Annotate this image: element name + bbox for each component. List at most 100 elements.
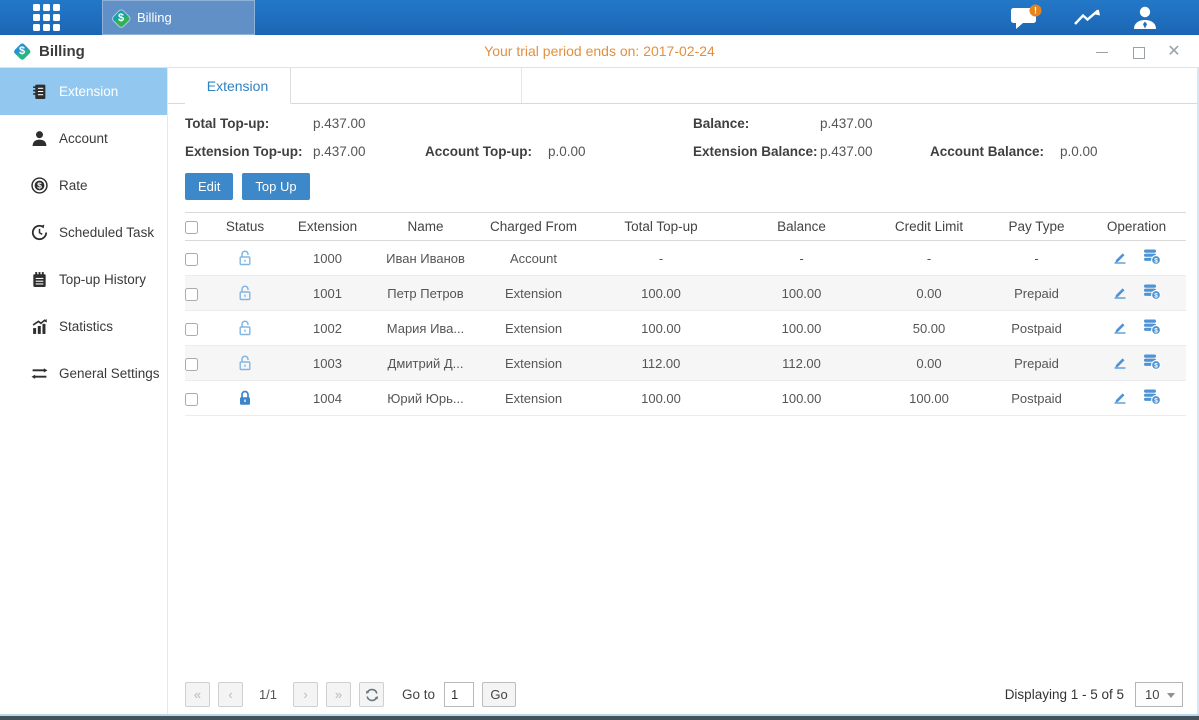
svg-text:$: $ [1155, 292, 1159, 299]
cell-balance: 100.00 [731, 276, 872, 311]
displaying-text: Displaying 1 - 5 of 5 [1005, 687, 1124, 702]
unlock-icon [237, 284, 253, 302]
row-checkbox[interactable] [185, 288, 198, 301]
cell-charged-from: Extension [476, 311, 591, 346]
column-header[interactable]: Balance [731, 213, 872, 241]
row-checkbox[interactable] [185, 323, 198, 336]
cell-pay-type: Prepaid [986, 346, 1087, 381]
column-header[interactable]: Status [210, 213, 280, 241]
billing-diamond-icon: $ [112, 9, 130, 27]
unlock-icon [237, 354, 253, 372]
edit-row-icon[interactable] [1112, 249, 1128, 268]
sidebar-item-topup-history[interactable]: Top-up History [0, 256, 167, 303]
cell-credit-limit: 0.00 [872, 276, 986, 311]
account-topup-value: p.0.00 [548, 144, 693, 159]
cell-extension: 1001 [280, 276, 375, 311]
edit-row-icon[interactable] [1112, 284, 1128, 303]
svg-text:$: $ [1155, 327, 1159, 334]
window-title: Billing [39, 43, 85, 60]
row-checkbox[interactable] [185, 253, 198, 266]
column-header[interactable]: Extension [280, 213, 375, 241]
goto-page-input[interactable] [444, 682, 474, 707]
app-window: $ Billing ! [0, 0, 1199, 720]
table-row: 1000 Иван Иванов Account - - - - $ [185, 241, 1186, 276]
messages-icon[interactable]: ! [1010, 4, 1043, 31]
column-header[interactable]: Credit Limit [872, 213, 986, 241]
trial-notice: Your trial period ends on: 2017-02-24 [0, 43, 1199, 59]
sidebar-item-statistics[interactable]: Statistics [0, 303, 167, 350]
prev-page-icon[interactable]: ‹ [218, 682, 243, 707]
first-page-icon[interactable]: « [185, 682, 210, 707]
total-topup-label: Total Top-up: [185, 116, 313, 131]
edit-button[interactable]: Edit [185, 173, 233, 200]
top-up-row-icon[interactable]: $ [1143, 388, 1161, 408]
cell-charged-from: Account [476, 241, 591, 276]
cell-charged-from: Extension [476, 276, 591, 311]
last-page-icon[interactable]: » [326, 682, 351, 707]
summary-panel: Total Top-up: p.437.00 Balance: p.437.00… [185, 116, 1183, 159]
balance-value: p.437.00 [820, 116, 1183, 131]
user-account-icon[interactable] [1131, 5, 1159, 31]
taskbar-tab-label: Billing [137, 10, 172, 25]
next-page-icon[interactable]: › [293, 682, 318, 707]
tab-extension[interactable]: Extension [185, 68, 291, 104]
cell-name: Петр Петров [375, 276, 476, 311]
account-balance-value: p.0.00 [1060, 144, 1183, 159]
svg-text:$: $ [37, 180, 42, 190]
window-titlebar: $ Billing Your trial period ends on: 201… [0, 35, 1199, 68]
close-icon[interactable]: ✕ [1167, 45, 1181, 59]
edit-row-icon[interactable] [1112, 354, 1128, 373]
sidebar-item-rate[interactable]: $ Rate [0, 162, 167, 209]
column-header[interactable]: Pay Type [986, 213, 1087, 241]
refresh-icon[interactable] [359, 682, 384, 707]
top-up-row-icon[interactable]: $ [1143, 248, 1161, 268]
sidebar-item-scheduled-task[interactable]: Scheduled Task [0, 209, 167, 256]
unlock-icon [237, 319, 253, 337]
column-header[interactable]: Operation [1087, 213, 1186, 241]
row-checkbox[interactable] [185, 393, 198, 406]
sidebar-item-account[interactable]: Account [0, 115, 167, 162]
sidebar-item-label: Top-up History [59, 272, 146, 287]
ledger-icon [31, 83, 48, 100]
balance-label: Balance: [693, 116, 820, 131]
taskbar-tab-billing[interactable]: $ Billing [102, 0, 255, 35]
maximize-icon[interactable] [1131, 45, 1145, 59]
pagination-bar: « ‹ 1/1 › » Go to Go Displaying 1 - 5 of… [185, 682, 1183, 707]
top-up-row-icon[interactable]: $ [1143, 353, 1161, 373]
notification-badge: ! [1034, 6, 1037, 16]
select-all-checkbox[interactable] [185, 221, 198, 234]
cell-credit-limit: - [872, 241, 986, 276]
page-size-value: 10 [1145, 687, 1159, 702]
edit-row-icon[interactable] [1112, 389, 1128, 408]
cell-charged-from: Extension [476, 381, 591, 416]
go-button[interactable]: Go [482, 682, 516, 707]
app-grid-icon[interactable] [33, 4, 60, 31]
cell-extension: 1002 [280, 311, 375, 346]
page-size-select[interactable]: 10 [1135, 682, 1183, 707]
column-header[interactable]: Charged From [476, 213, 591, 241]
statistics-chart-icon[interactable] [1073, 7, 1101, 29]
cell-total-topup: - [591, 241, 731, 276]
person-icon [31, 130, 48, 147]
page-indicator: 1/1 [251, 687, 285, 702]
sidebar-item-general-settings[interactable]: General Settings [0, 350, 167, 397]
extension-balance-value: p.437.00 [820, 144, 930, 159]
svg-text:$: $ [1155, 362, 1159, 369]
cell-balance: - [731, 241, 872, 276]
top-up-button[interactable]: Top Up [242, 173, 309, 200]
column-header[interactable]: Name [375, 213, 476, 241]
cell-name: Юрий Юрь... [375, 381, 476, 416]
column-header[interactable]: Total Top-up [591, 213, 731, 241]
cell-extension: 1003 [280, 346, 375, 381]
extension-topup-label: Extension Top-up: [185, 144, 313, 159]
cell-name: Мария Ива... [375, 311, 476, 346]
cell-total-topup: 100.00 [591, 311, 731, 346]
top-up-row-icon[interactable]: $ [1143, 283, 1161, 303]
cell-name: Дмитрий Д... [375, 346, 476, 381]
minimize-icon[interactable] [1095, 45, 1109, 59]
row-checkbox[interactable] [185, 358, 198, 371]
edit-row-icon[interactable] [1112, 319, 1128, 338]
sidebar-item-label: Account [59, 131, 108, 146]
sidebar-item-extension[interactable]: Extension [0, 68, 167, 115]
top-up-row-icon[interactable]: $ [1143, 318, 1161, 338]
